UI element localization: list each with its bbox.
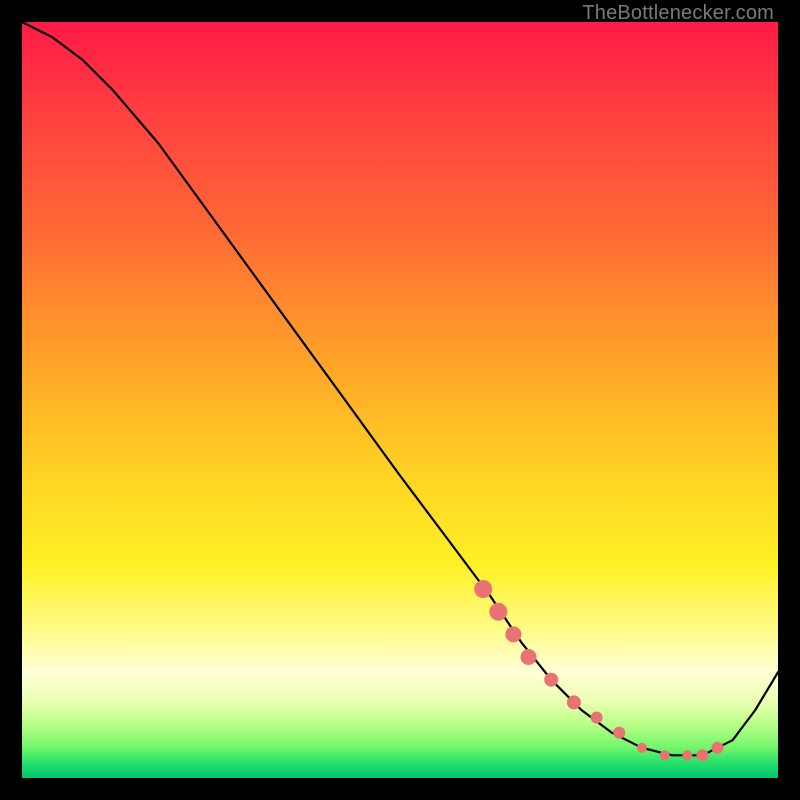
highlight-dots <box>474 580 723 761</box>
highlight-dot <box>544 673 558 687</box>
chart-stage: TheBottlenecker.com <box>0 0 800 800</box>
highlight-dot <box>712 742 724 754</box>
highlight-dot <box>505 626 521 642</box>
plot-area <box>22 22 778 778</box>
highlight-dot <box>567 695 581 709</box>
bottleneck-curve <box>22 22 778 755</box>
highlight-dot <box>613 727 625 739</box>
highlight-dot <box>637 743 647 753</box>
chart-overlay <box>22 22 778 778</box>
highlight-dot <box>591 712 603 724</box>
highlight-dot <box>521 649 537 665</box>
highlight-dot <box>474 580 492 598</box>
highlight-dot <box>696 749 708 761</box>
highlight-dot <box>489 603 507 621</box>
highlight-dot <box>682 750 692 760</box>
highlight-dot <box>660 750 670 760</box>
